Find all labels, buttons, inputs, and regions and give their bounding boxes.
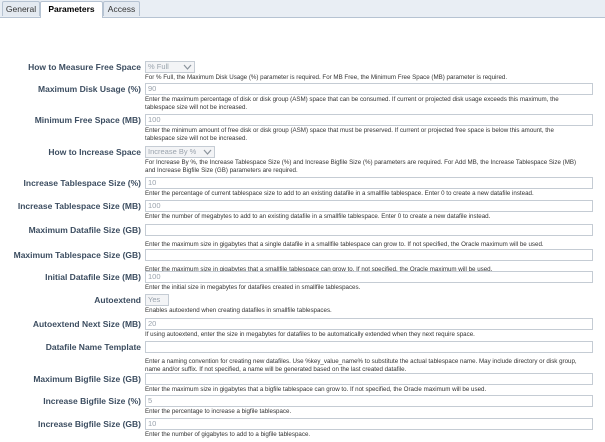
chevron-down-icon xyxy=(203,149,212,155)
increase-space-value: Increase By % xyxy=(148,147,197,156)
label-max-bigfile: Maximum Bigfile Size (GB) xyxy=(33,374,141,384)
help-datafile-template: Enter a naming convention for creating n… xyxy=(145,358,577,373)
max-bigfile-input[interactable] xyxy=(145,373,593,385)
inc-ts-mb-input[interactable]: 100 xyxy=(145,200,593,212)
parameters-panel: How to Measure Free Space % Full For % F… xyxy=(0,18,605,442)
tab-general[interactable]: General xyxy=(2,1,40,16)
help-max-disk-usage: Enter the maximum percentage of disk or … xyxy=(145,96,559,111)
help-autoextend-next: If using autoextend, enter the size in m… xyxy=(145,331,475,338)
min-free-space-input[interactable]: 100 xyxy=(145,114,593,126)
label-max-ts: Maximum Tablespace Size (GB) xyxy=(13,250,141,260)
help-max-bigfile: Enter the maximum size in gigabytes that… xyxy=(145,386,487,393)
help-inc-bigfile-gb: Enter the number of gigabytes to add to … xyxy=(145,431,311,438)
autoextend-next-input[interactable]: 20 xyxy=(145,318,593,330)
datafile-template-input[interactable] xyxy=(145,341,593,353)
label-inc-ts-mb: Increase Tablespace Size (MB) xyxy=(17,201,141,211)
label-min-free-space: Minimum Free Space (MB) xyxy=(34,115,141,125)
label-autoextend-next: Autoextend Next Size (MB) xyxy=(32,319,141,329)
help-inc-ts-pct: Enter the percentage of current tablespa… xyxy=(145,190,534,197)
help-increase-space: For Increase By %, the Increase Tablespa… xyxy=(145,159,577,174)
help-autoextend: Enables autoextend when creating datafil… xyxy=(145,307,332,314)
label-max-disk-usage: Maximum Disk Usage (%) xyxy=(38,84,141,94)
chevron-down-icon xyxy=(183,64,192,70)
help-measure-free-space: For % Full, the Maximum Disk Usage (%) p… xyxy=(145,74,508,81)
tab-access[interactable]: Access xyxy=(103,1,140,16)
increase-space-select[interactable]: Increase By % xyxy=(145,146,215,158)
label-inc-bigfile-pct: Increase Bigfile Size (%) xyxy=(43,396,141,406)
max-ts-input[interactable] xyxy=(145,249,593,261)
label-inc-bigfile-gb: Increase Bigfile Size (GB) xyxy=(38,419,141,429)
help-init-datafile: Enter the initial size in megabytes for … xyxy=(145,284,361,291)
inc-bigfile-pct-input[interactable]: 5 xyxy=(145,395,593,407)
tab-bar: General Parameters Access xyxy=(0,0,605,18)
label-init-datafile: Initial Datafile Size (MB) xyxy=(45,272,141,282)
measure-free-space-value: % Full xyxy=(148,62,169,71)
autoextend-value: Yes xyxy=(148,295,161,304)
help-max-datafile: Enter the maximum size in gigabytes that… xyxy=(145,241,544,248)
autoextend-select[interactable]: Yes xyxy=(145,294,169,306)
inc-bigfile-gb-input[interactable]: 10 xyxy=(145,418,593,430)
max-datafile-input[interactable] xyxy=(145,224,593,236)
label-max-datafile: Maximum Datafile Size (GB) xyxy=(28,225,141,235)
label-increase-space: How to Increase Space xyxy=(48,147,141,157)
init-datafile-input[interactable]: 100 xyxy=(145,271,593,283)
label-inc-ts-pct: Increase Tablespace Size (%) xyxy=(23,178,141,188)
max-disk-usage-input[interactable]: 90 xyxy=(145,83,593,95)
inc-ts-pct-input[interactable]: 10 xyxy=(145,177,593,189)
label-datafile-template: Datafile Name Template xyxy=(45,342,141,352)
measure-free-space-select[interactable]: % Full xyxy=(145,61,195,73)
label-autoextend: Autoextend xyxy=(94,295,141,305)
help-inc-ts-mb: Enter the number of megabytes to add to … xyxy=(145,213,491,220)
help-min-free-space: Enter the minimum amount of free disk or… xyxy=(145,127,554,142)
label-measure-free-space: How to Measure Free Space xyxy=(28,62,141,72)
tab-parameters[interactable]: Parameters xyxy=(40,1,103,18)
help-inc-bigfile-pct: Enter the percentage to increase a bigfi… xyxy=(145,408,292,415)
